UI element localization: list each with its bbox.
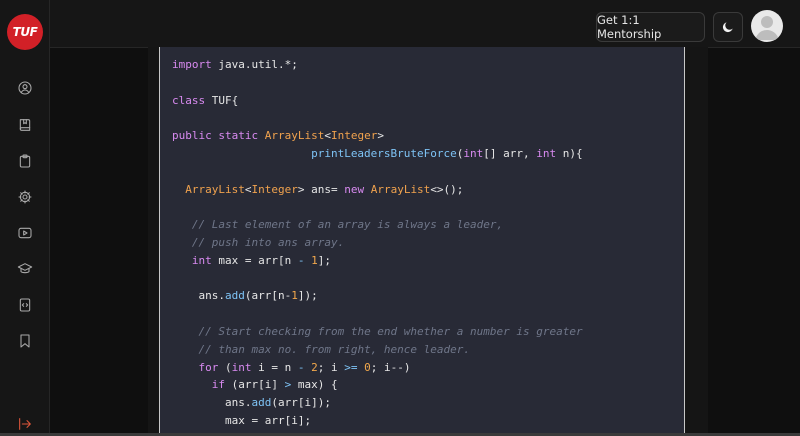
code-line: // Last element of an array is always a … [191,218,504,232]
avatar-person-icon [755,16,779,40]
code-line: public static ArrayList<Integer> [172,129,384,143]
code-line: class TUF{ [172,93,239,107]
code-line: max = arr[i]; [172,414,312,427]
code-line: ArrayList<Integer> ans= new ArrayList<>(… [185,182,464,196]
code-line: // Start checking from the end whether a… [198,325,583,338]
arrow-right-icon[interactable] [14,413,36,435]
graduation-cap-icon[interactable] [14,258,36,280]
user-circle-icon[interactable] [14,77,36,99]
gear-icon[interactable] [14,186,36,208]
tuf-logo[interactable]: TUF [7,14,43,50]
code-line: int max = arr[n - 1]; [191,253,331,267]
code-line: import java.util.*; [172,58,298,71]
code-line: ans.add(arr[i]); [172,396,331,410]
code-line: // than max no. from right, hence leader… [198,342,471,356]
code-file-icon[interactable] [14,294,36,316]
code-block[interactable]: import java.util.*; class TUF{ public stat… [159,47,685,436]
user-avatar[interactable] [751,10,783,42]
code-line: printLeadersBruteForce(int[] arr, int n)… [311,147,583,160]
moon-icon [722,22,733,33]
bookmark-icon[interactable] [14,330,36,352]
clipboard-icon[interactable] [14,150,36,172]
theme-toggle-button[interactable] [713,12,743,42]
sidebar: TUF [0,0,50,436]
code-line: if (arr[i] > max) { [211,378,338,392]
code-line: ans.add(arr[n-1]); [172,289,318,303]
mentorship-button[interactable]: Get 1:1 Mentorship [596,12,705,42]
book-icon[interactable] [14,114,36,136]
code-line: // push into ans array. [191,236,345,249]
code-line: for (int i = n - 2; i >= 0; i--) [198,360,411,374]
play-icon[interactable] [14,222,36,244]
